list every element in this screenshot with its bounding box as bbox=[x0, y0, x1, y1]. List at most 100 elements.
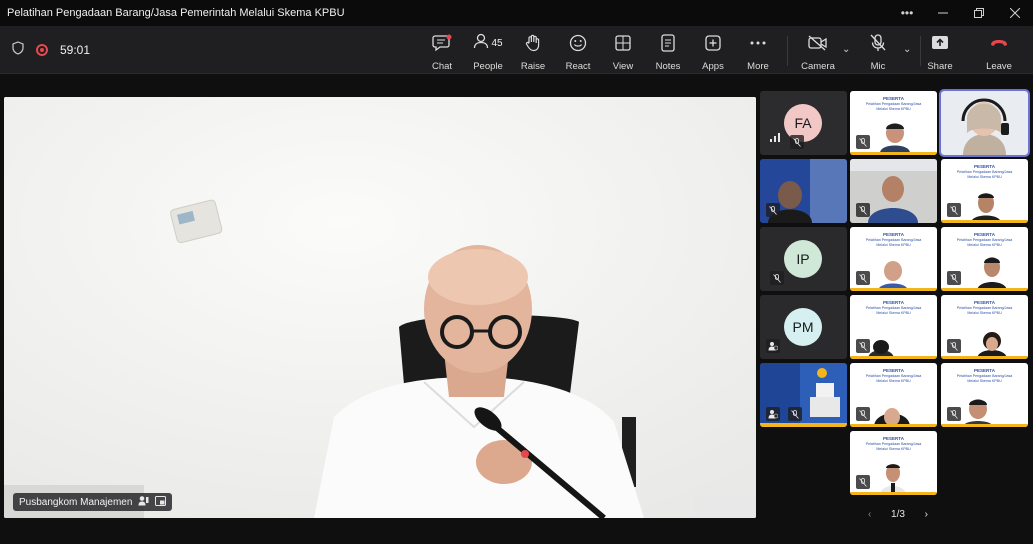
apps-button[interactable]: Apps bbox=[701, 32, 725, 72]
mic-button[interactable]: Mic bbox=[866, 32, 890, 72]
people-count: 45 bbox=[491, 37, 503, 49]
leave-button[interactable]: Leave bbox=[986, 32, 1012, 72]
participant-tile[interactable]: PESERTA Pelatihan Pengadaan Barang/Jasa M… bbox=[850, 91, 937, 155]
peserta-subtitle: Pelatihan Pengadaan Barang/Jasa Melalui S… bbox=[850, 102, 937, 111]
smiley-icon bbox=[569, 32, 587, 54]
more-options-icon[interactable]: ••• bbox=[889, 0, 925, 26]
peserta-subtitle-line: Pelatihan Pengadaan Barang/Jasa bbox=[956, 374, 1013, 378]
participant-tile[interactable]: PESERTA Pelatihan Pengadaan Barang/Jasa M… bbox=[941, 363, 1028, 427]
participant-tile[interactable]: PM bbox=[760, 295, 847, 359]
people-label: People bbox=[473, 61, 503, 72]
participant-tile[interactable]: PESERTA Pelatihan Pengadaan Barang/Jasa M… bbox=[850, 363, 937, 427]
participant-tile[interactable]: PESERTA Pelatihan Pengadaan Barang/Jasa M… bbox=[850, 295, 937, 359]
share-button[interactable]: Share bbox=[927, 32, 953, 72]
mic-chevron-down-icon[interactable]: ⌄ bbox=[903, 44, 911, 55]
mic-off-icon bbox=[856, 407, 870, 421]
notes-button[interactable]: Notes bbox=[656, 32, 680, 72]
peserta-subtitle-line: Melalui Skema KPBU bbox=[967, 378, 1002, 383]
participant-video bbox=[963, 399, 993, 427]
minimize-icon[interactable] bbox=[925, 0, 961, 26]
mic-off-icon bbox=[947, 203, 961, 217]
peserta-title: PESERTA bbox=[883, 368, 904, 373]
participant-tile-active[interactable] bbox=[939, 89, 1030, 157]
title-bar: Pelatihan Pengadaan Barang/Jasa Pemerint… bbox=[0, 0, 1033, 26]
raise-label: Raise bbox=[520, 61, 546, 72]
peserta-accent-bar bbox=[850, 288, 937, 291]
participant-tile[interactable]: PESERTA Pelatihan Pengadaan Barang/Jasa M… bbox=[941, 227, 1028, 291]
peserta-subtitle: Pelatihan Pengadaan Barang/Jasa Melalui S… bbox=[941, 170, 1028, 179]
chevron-left-icon[interactable]: ‹ bbox=[868, 509, 871, 520]
restore-icon[interactable] bbox=[961, 0, 997, 26]
avatar-initials: FA bbox=[794, 115, 812, 131]
peserta-subtitle-line: Melalui Skema KPBU bbox=[876, 310, 911, 315]
peserta-subtitle-line: Melalui Skema KPBU bbox=[967, 242, 1002, 247]
peserta-subtitle: Pelatihan Pengadaan Barang/Jasa Melalui S… bbox=[941, 238, 1028, 247]
camera-chevron-down-icon[interactable]: ⌄ bbox=[842, 44, 850, 55]
participant-video bbox=[880, 123, 910, 153]
peserta-accent-bar bbox=[941, 356, 1028, 359]
notes-icon bbox=[661, 32, 675, 54]
meeting-status: 59:01 bbox=[12, 26, 90, 74]
avatar: IP bbox=[784, 240, 822, 278]
participant-tile[interactable]: PESERTA Pelatihan Pengadaan Barang/Jasa M… bbox=[941, 159, 1028, 223]
mic-off-icon bbox=[856, 339, 870, 353]
chevron-right-icon[interactable]: › bbox=[925, 509, 928, 520]
chat-button[interactable]: Chat bbox=[430, 32, 454, 72]
peserta-title: PESERTA bbox=[974, 164, 995, 169]
camera-button[interactable]: Camera bbox=[801, 32, 835, 72]
peserta-subtitle-line: Melalui Skema KPBU bbox=[876, 446, 911, 451]
peserta-subtitle: Pelatihan Pengadaan Barang/Jasa Melalui S… bbox=[850, 374, 937, 383]
peserta-title: PESERTA bbox=[883, 436, 904, 441]
chat-icon bbox=[432, 32, 452, 54]
participant-tile[interactable] bbox=[760, 363, 847, 427]
share-label: Share bbox=[927, 61, 953, 72]
participant-tile[interactable]: PESERTA Pelatihan Pengadaan Barang/Jasa M… bbox=[941, 295, 1028, 359]
main-speaker-video[interactable]: Pusbangkom Manajemen bbox=[4, 97, 756, 518]
raise-hand-button[interactable]: Raise bbox=[521, 32, 545, 72]
peserta-accent-bar bbox=[941, 424, 1028, 427]
react-button[interactable]: React bbox=[566, 32, 590, 72]
participant-video bbox=[878, 261, 908, 291]
close-icon[interactable] bbox=[997, 0, 1033, 26]
participant-tile[interactable] bbox=[850, 159, 937, 223]
peserta-subtitle-line: Melalui Skema KPBU bbox=[876, 106, 911, 111]
peserta-title: PESERTA bbox=[974, 368, 995, 373]
toolbar-divider bbox=[920, 36, 921, 66]
avatar-initials: IP bbox=[796, 251, 810, 267]
peserta-title: PESERTA bbox=[974, 300, 995, 305]
mic-off-icon bbox=[856, 135, 870, 149]
participant-tile[interactable]: FA bbox=[760, 91, 847, 155]
more-button[interactable]: More bbox=[746, 32, 770, 72]
participant-tile[interactable]: PESERTA Pelatihan Pengadaan Barang/Jasa M… bbox=[850, 227, 937, 291]
people-button[interactable]: 45 People bbox=[472, 32, 504, 72]
peserta-subtitle-line: Melalui Skema KPBU bbox=[876, 242, 911, 247]
signal-bars-icon bbox=[770, 129, 780, 147]
peserta-subtitle-line: Pelatihan Pengadaan Barang/Jasa bbox=[865, 374, 922, 378]
participant-tile[interactable]: IP bbox=[760, 227, 847, 291]
peserta-title: PESERTA bbox=[883, 96, 904, 101]
recording-icon bbox=[36, 44, 48, 56]
peserta-accent-bar bbox=[850, 152, 937, 155]
peserta-accent-bar bbox=[850, 492, 937, 495]
participant-tile[interactable]: PESERTA Pelatihan Pengadaan Barang/Jasa M… bbox=[850, 431, 937, 495]
peserta-title: PESERTA bbox=[974, 232, 995, 237]
participant-video bbox=[977, 332, 1007, 359]
meeting-toolbar: 59:01 Chat 45 People Raise React View No… bbox=[0, 26, 1033, 74]
view-button[interactable]: View bbox=[611, 32, 635, 72]
mic-off-icon bbox=[770, 271, 784, 285]
speaker-name-tag: Pusbangkom Manajemen bbox=[13, 493, 173, 511]
grid-view-icon bbox=[615, 32, 631, 54]
participant-tile[interactable] bbox=[760, 159, 847, 223]
avatar: PM bbox=[784, 308, 822, 346]
pop-out-icon[interactable] bbox=[155, 495, 167, 509]
peserta-accent-bar bbox=[850, 424, 937, 427]
camera-off-icon bbox=[808, 32, 828, 54]
gallery-pager: ‹ 1/3 › bbox=[868, 506, 928, 522]
toolbar-divider bbox=[787, 36, 788, 66]
leave-label: Leave bbox=[986, 61, 1012, 72]
hand-icon bbox=[525, 32, 541, 54]
peserta-subtitle-line: Pelatihan Pengadaan Barang/Jasa bbox=[865, 442, 922, 446]
mic-off-icon bbox=[947, 339, 961, 353]
shield-icon bbox=[12, 40, 24, 60]
peserta-subtitle-line: Pelatihan Pengadaan Barang/Jasa bbox=[865, 238, 922, 242]
